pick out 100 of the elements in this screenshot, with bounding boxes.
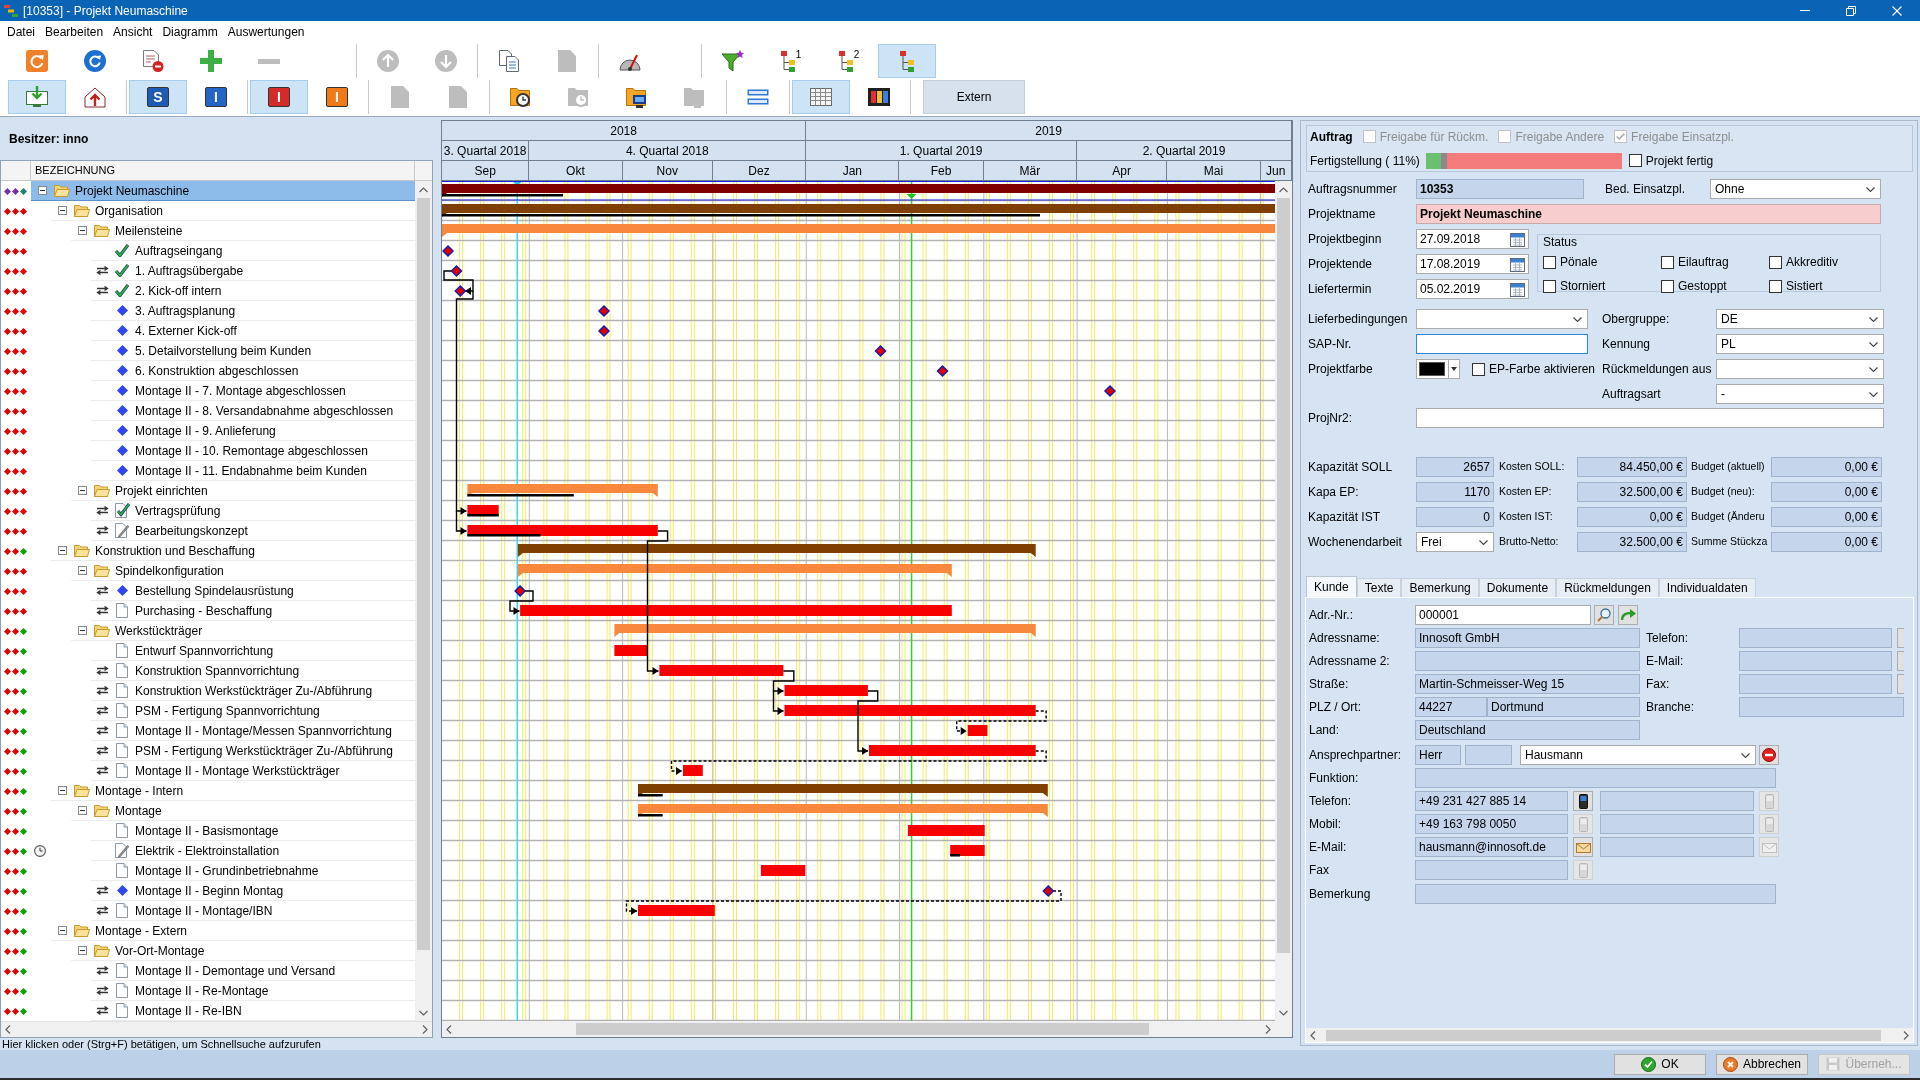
collapse-icon[interactable]	[77, 946, 87, 955]
tree-row[interactable]: Montage - Extern	[51, 921, 415, 941]
scroll-right-icon[interactable]	[1265, 1024, 1271, 1034]
tree-row[interactable]: Vor-Ort-Montage	[71, 941, 415, 961]
text-field[interactable]: Martin-Schmeisser-Weg 15	[1415, 674, 1640, 694]
ok-button[interactable]: OK	[1614, 1053, 1706, 1075]
tree-row[interactable]: Konstruktion Werkstückträger Zu-/Abführung	[91, 681, 415, 701]
view-button[interactable]: S	[129, 80, 187, 114]
tab[interactable]: Texte	[1356, 578, 1402, 597]
scrollbar-thumb[interactable]	[576, 1023, 1149, 1035]
collapse-icon[interactable]	[77, 566, 87, 575]
tab[interactable]: Dokumente	[1478, 578, 1557, 597]
text-field[interactable]	[1415, 651, 1640, 671]
checkbox[interactable]	[1661, 255, 1674, 269]
scroll-left-icon[interactable]	[446, 1024, 452, 1034]
tree-row[interactable]: PSM - Fertigung Spannvorrichtung	[91, 701, 415, 721]
calendar-icon[interactable]	[1510, 281, 1525, 297]
extern-button[interactable]: Extern	[923, 80, 1025, 114]
text-field[interactable]: Innosoft GmbH	[1415, 628, 1640, 648]
tree-row[interactable]: Elektrik - Elektroinstallation	[91, 841, 415, 861]
calendar-icon[interactable]	[1510, 231, 1525, 247]
tree-row[interactable]: Konstruktion Spannvorrichtung	[91, 661, 415, 681]
tree-row[interactable]: Montage II - 9. Anlieferung	[91, 421, 415, 441]
tree-row[interactable]: 5. Detailvorstellung beim Kunden	[91, 341, 415, 361]
scroll-down-icon[interactable]	[1279, 1009, 1288, 1016]
text-field[interactable]	[1415, 768, 1776, 788]
horizontal-scrollbar[interactable]	[1306, 1028, 1913, 1042]
text-field[interactable]	[1416, 408, 1884, 428]
search-button[interactable]	[1594, 605, 1614, 625]
tree-row[interactable]: Bearbeitungskonzept	[91, 521, 415, 541]
tree-row[interactable]: Projekt einrichten	[71, 481, 415, 501]
scrollbar-thumb[interactable]	[417, 198, 430, 950]
tree-row[interactable]: Montage II - 11. Endabnahme beim Kunden	[91, 461, 415, 481]
dropdown[interactable]: Hausmann	[1520, 745, 1756, 765]
tree-row[interactable]: Montage II - Re-Montage	[91, 981, 415, 1001]
tab[interactable]: Rückmeldungen	[1556, 578, 1659, 597]
tree-row[interactable]: Montage II - Grundinbetriebnahme	[91, 861, 415, 881]
collapse-icon[interactable]	[77, 626, 87, 635]
tree-row[interactable]: Werkstückträger	[71, 621, 415, 641]
view-button[interactable]: I	[187, 80, 245, 114]
tree-row[interactable]: Montage II - 7. Montage abgeschlossen	[91, 381, 415, 401]
tree-row[interactable]: Montage II - Montage Werkstückträger	[91, 761, 415, 781]
vertical-scrollbar[interactable]	[1275, 181, 1292, 1021]
text-field[interactable]: Deutschland	[1415, 720, 1640, 740]
text-field[interactable]: 000001	[1415, 605, 1591, 625]
tree-row[interactable]: Auftragseingang	[91, 241, 415, 261]
color-picker[interactable]	[1416, 359, 1460, 379]
dropdown[interactable]: Ohne	[1710, 179, 1881, 199]
text-field[interactable]	[1416, 334, 1588, 354]
calendar-icon[interactable]	[1510, 256, 1525, 272]
tree-row[interactable]: Montage - Intern	[51, 781, 415, 801]
text-field[interactable]	[1739, 674, 1892, 694]
text-field[interactable]	[1465, 745, 1512, 765]
text-field[interactable]: +49 163 798 0050	[1415, 814, 1568, 834]
collapse-icon[interactable]	[57, 546, 67, 555]
text-field[interactable]: +49 231 427 885 14	[1415, 791, 1568, 811]
menu-item[interactable]: Diagramm	[157, 21, 223, 42]
tree-row[interactable]: Bestellung Spindelausrüstung	[91, 581, 415, 601]
checkbox[interactable]	[1543, 279, 1556, 293]
call-button[interactable]	[1573, 791, 1593, 811]
text-field[interactable]: Projekt Neumaschine	[1416, 204, 1881, 224]
text-field[interactable]: Dortmund	[1487, 697, 1640, 717]
collapse-icon[interactable]	[77, 226, 87, 235]
text-field[interactable]	[1415, 884, 1776, 904]
tree-row[interactable]: Konstruktion und Beschaffung	[51, 541, 415, 561]
tab[interactable]: Kunde	[1306, 576, 1357, 597]
tree-row[interactable]: Projekt Neumaschine	[31, 181, 415, 201]
tree-row[interactable]: Meilensteine	[71, 221, 415, 241]
tree-row[interactable]: Montage II - Demontage und Versand	[91, 961, 415, 981]
tree-row[interactable]: PSM - Fertigung Werkstückträger Zu-/Abführung	[91, 741, 415, 761]
checkbox[interactable]	[1543, 255, 1556, 269]
menu-item[interactable]: Datei	[2, 21, 40, 42]
text-field[interactable]: 10353	[1416, 179, 1584, 199]
tree-row[interactable]: Montage II - Basismontage	[91, 821, 415, 841]
collapse-icon[interactable]	[37, 186, 47, 195]
scroll-left-icon[interactable]	[1310, 1030, 1316, 1040]
text-field[interactable]	[1739, 697, 1904, 717]
checkbox[interactable]	[1472, 362, 1485, 376]
checkbox[interactable]	[1661, 279, 1674, 293]
tree-row[interactable]: 4. Externer Kick-off	[91, 321, 415, 341]
text-field[interactable]: Herr	[1415, 745, 1461, 765]
go-button[interactable]	[1618, 605, 1638, 625]
tree-row[interactable]: Vertragsprüfung	[91, 501, 415, 521]
checkbox[interactable]	[1628, 154, 1642, 167]
checkbox[interactable]	[1769, 279, 1782, 293]
text-field[interactable]: hausmann@innosoft.de	[1415, 837, 1568, 857]
tree-row[interactable]: Montage II - 8. Versandabnahme abgeschlossen	[91, 401, 415, 421]
tree-row[interactable]: Montage II - Beginn Montag	[91, 881, 415, 901]
view-button[interactable]: I	[250, 80, 308, 114]
collapse-icon[interactable]	[57, 926, 67, 935]
scrollbar-thumb[interactable]	[1326, 1029, 1881, 1041]
tree-row[interactable]: 1. Auftragsübergabe	[91, 261, 415, 281]
text-field[interactable]: 0,00 €	[1771, 482, 1882, 502]
text-field[interactable]: 0	[1416, 507, 1494, 527]
tree-row[interactable]: Montage II - Montage/IBN	[91, 901, 415, 921]
remove-contact-button[interactable]	[1759, 745, 1779, 765]
date-field[interactable]: 27.09.2018	[1416, 229, 1529, 249]
date-field[interactable]: 05.02.2019	[1416, 279, 1529, 299]
scroll-up-icon[interactable]	[1279, 186, 1288, 193]
scrollbar-thumb[interactable]	[1277, 198, 1290, 953]
